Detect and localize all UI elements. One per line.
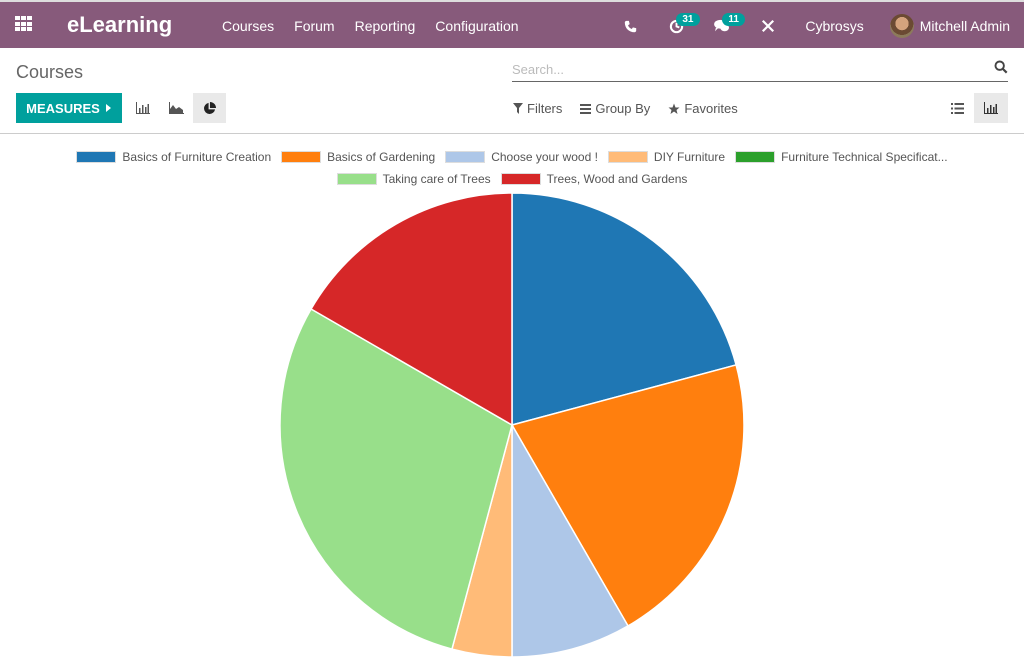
measures-label: MEASURES <box>26 100 100 116</box>
group-by-button[interactable]: Group By <box>580 101 650 116</box>
filters-button[interactable]: Filters <box>513 101 562 116</box>
activity-button[interactable]: 31 <box>661 11 700 41</box>
caret-right-icon <box>105 104 111 112</box>
graph-view-button[interactable] <box>974 93 1008 123</box>
search-input[interactable] <box>512 58 972 80</box>
menu-reporting[interactable]: Reporting <box>355 18 416 34</box>
apps-menu-icon[interactable] <box>15 16 33 32</box>
search-options: Filters Group By Favorites <box>513 101 738 116</box>
tools-icon[interactable] <box>753 11 783 41</box>
menu-courses[interactable]: Courses <box>222 18 274 34</box>
filters-label: Filters <box>527 101 563 116</box>
user-avatar[interactable] <box>889 14 914 38</box>
pie-chart-mode-button[interactable] <box>193 93 226 123</box>
line-chart-mode-button[interactable] <box>160 93 193 123</box>
main-menu: Courses Forum Reporting Configuration <box>222 18 519 34</box>
bar-chart-icon <box>984 102 998 114</box>
filter-icon <box>513 103 523 114</box>
user-menu[interactable]: Mitchell Admin <box>920 18 1010 34</box>
menu-forum[interactable]: Forum <box>294 18 334 34</box>
search-icon[interactable] <box>994 60 1008 74</box>
control-panel: Courses MEASURES Filters Group By Favori… <box>0 48 1024 134</box>
activity-badge: 31 <box>676 13 700 26</box>
list-view-button[interactable] <box>941 93 974 123</box>
measures-button[interactable]: MEASURES <box>16 93 122 123</box>
bars-icon <box>580 103 592 114</box>
search-bar <box>512 58 1008 82</box>
star-icon <box>668 103 680 114</box>
menu-configuration[interactable]: Configuration <box>435 18 518 34</box>
phone-icon[interactable] <box>615 11 645 41</box>
bar-chart-icon <box>135 102 150 114</box>
systray: 31 11 Cybrosys Mitchell Admin <box>607 10 1010 42</box>
pie-chart-icon <box>204 101 216 114</box>
list-icon <box>951 102 964 114</box>
messages-button[interactable]: 11 <box>707 11 745 41</box>
top-navbar: eLearning Courses Forum Reporting Config… <box>0 0 1024 48</box>
pie-chart <box>279 192 745 658</box>
favorites-label: Favorites <box>684 101 738 116</box>
bar-chart-mode-button[interactable] <box>126 93 159 123</box>
group-by-label: Group By <box>595 101 651 116</box>
area-chart-icon <box>169 102 184 114</box>
messages-badge: 11 <box>722 13 745 26</box>
company-switcher[interactable]: Cybrosys <box>805 18 863 34</box>
app-name[interactable]: eLearning <box>67 12 172 38</box>
favorites-button[interactable]: Favorites <box>668 101 738 116</box>
breadcrumb: Courses <box>16 62 84 82</box>
